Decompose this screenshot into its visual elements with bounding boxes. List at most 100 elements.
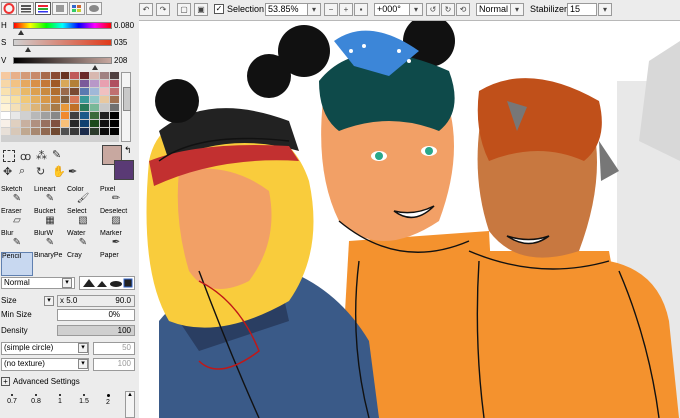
pen-icon: ✎ [45,193,55,204]
background-color[interactable] [114,160,134,180]
tool-select[interactable]: Select ▧ [67,208,99,232]
rgb-sliders-icon[interactable] [18,2,34,15]
rect-select-icon[interactable] [3,150,15,162]
pen-icon: ✎ [12,193,22,204]
zoom-icon[interactable]: ⌕ [19,165,25,178]
magic-wand-icon[interactable]: ⁂ [36,149,47,162]
lasso-icon[interactable]: ꝏ [20,150,31,163]
blur-water-icon: ✎ [45,237,55,248]
tool-pixel[interactable]: Pixel ✏ [100,186,132,210]
rotate-icon[interactable]: ↻ [36,165,45,178]
hsv-sliders-icon[interactable] [35,2,51,15]
rotate-right-icon[interactable]: ↻ [441,3,455,16]
move-icon[interactable]: ✥ [3,165,12,178]
chevron-down-icon[interactable]: ▾ [307,3,321,16]
left-panel: H 0.080 S 035 V 208 ꝏ ⁂ ✎ ✥ ⌕ ↻ ✋ ✒ ↰ Sk… [0,0,140,418]
chevron-down-icon[interactable]: ▾ [510,3,524,16]
hue-slider[interactable] [13,22,112,29]
zoom-reset-icon[interactable]: ▪ [354,3,368,16]
hue-label: H [1,21,7,30]
value-value: 208 [114,56,128,65]
tool-pencil[interactable]: Pencil [1,252,33,276]
tool-paper[interactable]: Paper [100,252,132,276]
preset-size[interactable]: 1.5 [73,391,95,415]
color-wheel-icon[interactable] [1,2,17,15]
redo-icon[interactable]: ↷ [156,3,170,16]
mixer-icon[interactable] [52,2,68,15]
marker-icon: ✒ [111,237,121,248]
tool-cray[interactable]: Cray [67,252,99,276]
size-slider[interactable]: x 5.0 90.0 [57,295,135,307]
swatch-icon[interactable] [69,2,85,15]
brush-tool-grid: Sketch ✎ Lineart ✎ Color 🖌 Pixel ✏ Eraser ▱ B… [1,186,135,276]
brush-size-presets: 0.7 0.8 1 1.5 2 [1,391,125,418]
brush-icon: 🖌 [76,193,90,204]
presets-scrollbar[interactable]: ▲ [125,391,135,418]
tool-bucket[interactable]: Bucket ▦ [34,208,66,232]
undo-icon[interactable]: ↶ [139,3,153,16]
tool-sketch[interactable]: Sketch ✎ [1,186,33,210]
chevron-down-icon[interactable]: ▾ [78,343,88,353]
deselect-button[interactable]: ▢ [177,3,191,16]
tool-lineart[interactable]: Lineart ✎ [34,186,66,210]
chevron-down-icon[interactable]: ▾ [44,296,54,306]
density-value: 100 [117,326,131,335]
chevron-down-icon[interactable]: ▾ [598,3,612,16]
texture-strength[interactable]: 100 [93,358,135,371]
preset-size[interactable]: 2 [97,391,119,415]
rotate-reset-icon[interactable]: ⟲ [456,3,470,16]
zoom-in-icon[interactable]: + [339,3,353,16]
hue-value: 0.080 [114,21,135,30]
zoom-out-icon[interactable]: − [324,3,338,16]
drawing-canvas[interactable] [139,21,680,418]
brush-shape-select[interactable]: (simple circle) [1,342,89,355]
shape-strength[interactable]: 50 [93,342,135,355]
preset-size[interactable]: 1 [49,391,71,415]
saturation-value: 035 [114,38,128,47]
tool-deselect[interactable]: Deselect ▨ [100,208,132,232]
water-brush-icon: ✎ [78,237,88,248]
tool-marker[interactable]: Marker ✒ [100,230,132,254]
value-thumb[interactable] [92,65,98,70]
brush-texture-select[interactable]: (no texture) [1,358,89,371]
swap-colors-icon[interactable]: ↰ [124,145,132,156]
expand-icon[interactable]: + [1,377,10,386]
chevron-down-icon[interactable]: ▾ [62,278,72,288]
density-slider[interactable]: 100 [57,325,135,336]
eyedropper-icon[interactable]: ✎ [52,148,61,161]
deselect-icon: ▨ [111,215,121,226]
chevron-down-icon[interactable]: ▾ [409,3,423,16]
tool-binarypen[interactable]: BinaryPe [34,252,66,276]
min-size-label: Min Size [1,310,32,319]
hue-thumb[interactable] [18,30,24,35]
value-slider[interactable] [13,57,112,64]
brush-tip-selector[interactable] [79,276,135,290]
select-icon: ▧ [78,215,88,226]
invert-selection-button[interactable]: ▣ [194,3,208,16]
preset-size[interactable]: 0.8 [25,391,47,415]
scratchpad-icon[interactable] [86,2,102,15]
size-value: 90.0 [115,296,131,305]
canvas-blend-mode[interactable]: Normal [476,3,514,16]
swatch-grid[interactable] [1,72,119,142]
min-size-slider[interactable]: 0% [57,309,135,321]
dropper-icon[interactable]: ✒ [68,165,77,178]
size-multiplier: x 5.0 [60,296,78,305]
tool-eraser[interactable]: Eraser ▱ [1,208,33,232]
swatch-scrollbar[interactable] [121,72,131,142]
advanced-settings-label[interactable]: Advanced Settings [13,377,80,386]
preset-size[interactable]: 0.7 [1,391,23,415]
stabilizer-field[interactable]: 15 [567,3,597,16]
saturation-thumb[interactable] [25,47,31,52]
bucket-icon: ▦ [45,215,55,226]
selection-checkbox[interactable]: ✓ [214,4,224,14]
tool-water[interactable]: Water ✎ [67,230,99,254]
hand-icon[interactable]: ✋ [52,165,66,178]
size-label: Size [1,296,17,305]
chevron-down-icon[interactable]: ▾ [78,359,88,369]
tool-blur[interactable]: Blur ✎ [1,230,33,254]
tool-blurw[interactable]: BlurW ✎ [34,230,66,254]
rotate-left-icon[interactable]: ↺ [426,3,440,16]
tool-color[interactable]: Color 🖌 [67,186,99,210]
saturation-slider[interactable] [13,39,112,46]
